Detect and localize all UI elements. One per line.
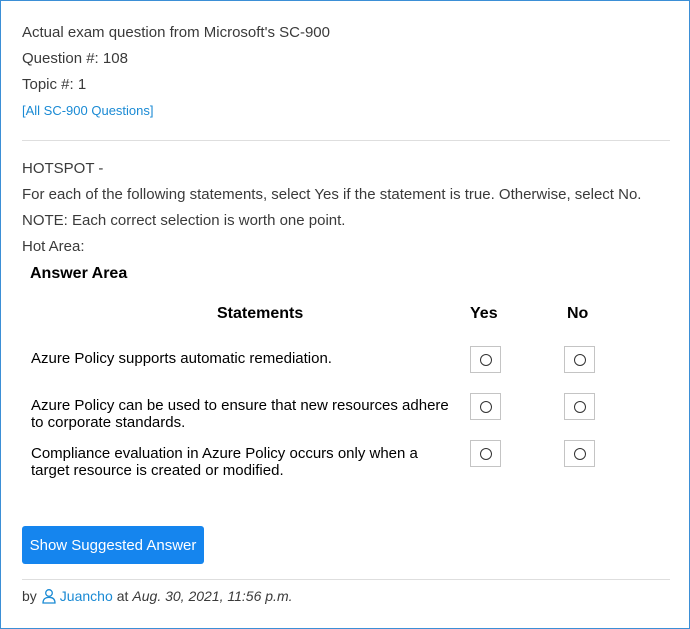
post-timestamp: Aug. 30, 2021, 11:56 p.m. bbox=[132, 588, 293, 604]
statements-header: Statements bbox=[217, 305, 304, 322]
exam-title: Actual exam question from Microsoft's SC… bbox=[22, 24, 330, 41]
post-meta: by Juancho at Aug. 30, 2021, 11:56 p.m. bbox=[22, 588, 293, 604]
question-note: NOTE: Each correct selection is worth on… bbox=[22, 212, 346, 229]
at-label: at bbox=[116, 588, 129, 604]
question-instruction: For each of the following statements, se… bbox=[22, 186, 642, 203]
radio-circle-icon bbox=[573, 400, 586, 413]
question-type-label: HOTSPOT - bbox=[22, 160, 104, 177]
username: Juancho bbox=[59, 588, 113, 604]
answer-area-title: Answer Area bbox=[30, 265, 128, 282]
answer-area: Answer Area Statements Yes No Azure Poli… bbox=[22, 263, 642, 488]
statement-1-yes-radio[interactable] bbox=[470, 346, 501, 373]
username-link[interactable]: Juancho bbox=[41, 588, 113, 604]
by-label: by bbox=[22, 588, 37, 604]
show-suggested-answer-button[interactable]: Show Suggested Answer bbox=[22, 526, 204, 564]
header-divider bbox=[22, 140, 670, 141]
yes-header: Yes bbox=[470, 305, 498, 322]
statement-2-no-radio[interactable] bbox=[564, 393, 595, 420]
user-outline-icon bbox=[42, 589, 56, 604]
statement-3-yes-radio[interactable] bbox=[470, 440, 501, 467]
no-header: No bbox=[567, 305, 589, 322]
radio-circle-icon bbox=[479, 353, 492, 366]
radio-circle-icon bbox=[573, 353, 586, 366]
all-questions-link[interactable]: [All SC-900 Questions] bbox=[22, 101, 154, 121]
hot-area-label: Hot Area: bbox=[22, 238, 85, 255]
statement-2: Azure Policy can be used to ensure that … bbox=[31, 397, 449, 431]
radio-circle-icon bbox=[573, 447, 586, 460]
footer-divider bbox=[22, 579, 670, 580]
statement-3-no-radio[interactable] bbox=[564, 440, 595, 467]
topic-number: Topic #: 1 bbox=[22, 76, 87, 93]
statement-2-yes-radio[interactable] bbox=[470, 393, 501, 420]
statement-1: Azure Policy supports automatic remediat… bbox=[31, 350, 332, 367]
radio-circle-icon bbox=[479, 447, 492, 460]
statement-3: Compliance evaluation in Azure Policy oc… bbox=[31, 445, 418, 479]
question-number: Question #: 108 bbox=[22, 50, 128, 67]
question-card: Actual exam question from Microsoft's SC… bbox=[0, 0, 690, 629]
radio-circle-icon bbox=[479, 400, 492, 413]
statement-1-no-radio[interactable] bbox=[564, 346, 595, 373]
